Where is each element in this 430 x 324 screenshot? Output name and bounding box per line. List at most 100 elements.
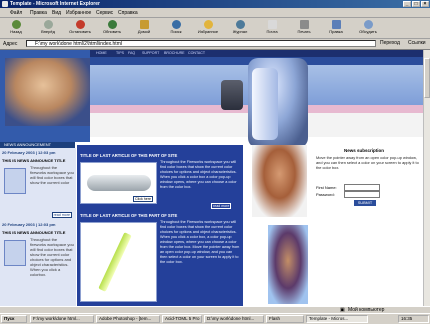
forward-label: Вперёд [41,29,55,34]
history-button[interactable]: Журнал [226,20,254,37]
window-titlebar[interactable]: Template - Microsoft Internet Explorer _… [0,0,430,8]
discuss-button[interactable]: Обсудить [354,20,382,37]
nav-brochure[interactable]: BROCHURE [164,50,185,57]
task-button[interactable]: Flash [266,315,304,323]
search-button[interactable]: Поиск [162,20,190,37]
tanning-bed-image [87,175,151,191]
mail-label: Почта [266,29,278,34]
article-title: TITLE OF LAST ARTICLE OF THIS PART OF SI… [80,153,178,158]
news-body: Throughout the fireworks workspace you w… [30,165,74,185]
back-button[interactable]: Назад [2,20,30,37]
model-photo [5,58,90,126]
favorites-label: Избранное [197,29,219,34]
favorites-icon [203,20,213,29]
task-button-active[interactable]: Template - Micros... [306,315,368,323]
nav-faq[interactable]: FAQ [128,50,135,57]
close-button[interactable]: × [421,1,429,7]
favorites-button[interactable]: Избранное [194,20,222,37]
news-title: THIS IS NEWS ANNOUNCE TITLE [2,230,66,235]
home-button[interactable]: Домой [130,20,158,37]
menu-view[interactable]: Вид [52,10,61,16]
links-button[interactable]: Ссылки [408,40,430,47]
back-icon [11,20,21,29]
task-button[interactable]: D:\my work\done html... [204,315,264,323]
menu-edit[interactable]: Правка [30,10,47,16]
model-photo [252,145,307,217]
read-more-link[interactable]: read more [51,212,72,218]
minimize-button[interactable]: _ [403,1,411,7]
refresh-button[interactable]: Обновить [98,20,126,37]
nav-contact[interactable]: CONTACT [188,50,205,57]
print-label: Печать [297,29,311,34]
toolbar: Назад Вперёд Остановить Обновить Домой П… [0,18,430,39]
home-icon [139,20,149,29]
taskbar: Пуск F:\my work\done html... Adobe Photo… [0,313,430,324]
booth-door-image [252,68,278,140]
edit-button[interactable]: Правка [322,20,350,37]
read-more-link[interactable]: read more [211,203,232,209]
ie-icon [2,1,8,7]
menu-tools[interactable]: Сервис [96,10,113,16]
remote-control-image [221,80,243,110]
product-link[interactable]: Click here [133,196,153,202]
mail-button[interactable]: Почта [258,20,286,37]
edit-label: Правка [329,29,343,34]
news-body: Throughout the fireworks workspace you w… [30,237,74,277]
nav-tips[interactable]: TIPS [116,50,124,57]
go-button[interactable]: Переход [380,40,406,47]
vertical-scrollbar[interactable] [423,50,430,306]
subscribe-title: News subscription [344,148,385,153]
task-button[interactable]: Adobe Photoshop - [tem... [96,315,160,323]
news-date: 20 February 2003 | 12:03 pm [2,150,56,155]
forward-button[interactable]: Вперёд [34,20,62,37]
menu-help[interactable]: Справка [118,10,138,16]
home-label: Домой [137,29,151,34]
nav-home[interactable]: HOME [96,50,107,57]
print-button[interactable]: Печать [290,20,318,37]
search-label: Поиск [170,29,182,34]
scrollbar-thumb[interactable] [424,58,430,98]
task-button[interactable]: F:\my work\done html... [30,315,94,323]
news-item: 20 February 2003 | 12:03 pm THIS IS NEWS… [2,222,74,277]
page-content: HOME TIPS FAQ SUPPORT BROCHURE CONTACT N… [0,50,423,306]
address-input[interactable]: F:\my work\done html\2\html\index.html [26,40,376,47]
first-name-input[interactable] [344,184,380,191]
window-title: Template - Microsoft Internet Explorer [10,1,100,7]
start-label: Пуск [4,316,15,321]
news-thumbnail [4,240,26,266]
back-label: Назад [10,29,22,34]
model-photo [268,225,308,304]
forward-icon [43,20,53,29]
history-icon [235,20,245,29]
task-button[interactable]: Acid-TOML 5 Pro [162,315,202,323]
article-body: Throughout the Fireworks workspace you w… [160,220,240,264]
menu-file[interactable]: Файл [10,10,22,16]
password-label: Password: [316,192,335,197]
news-item: 20 February 2003 | 12:03 pm THIS IS NEWS… [2,150,74,218]
stop-button[interactable]: Остановить [66,20,94,37]
top-nav: HOME TIPS FAQ SUPPORT BROCHURE CONTACT [90,50,423,57]
menu-favorites[interactable]: Избранное [66,10,91,16]
edit-icon [331,20,341,29]
right-column: News subscription Move the pointer away … [244,145,423,306]
submit-button[interactable]: SUBMIT FORM [354,200,376,211]
product-box [80,222,157,302]
nav-support[interactable]: SUPPORT [142,50,159,57]
product-box: Click here [80,162,157,204]
password-input[interactable] [344,191,380,198]
news-column: 20 February 2003 | 12:03 pm THIS IS NEWS… [0,148,76,306]
news-thumbnail [4,168,26,194]
news-title: THIS IS NEWS ANNOUNCE TITLE [2,158,66,163]
address-label: Адрес [3,41,18,47]
address-bar: Адрес F:\my work\done html\2\html\index.… [0,39,430,50]
maximize-button[interactable]: □ [412,1,420,7]
discuss-label: Обсудить [359,29,377,34]
subscribe-body: Move the pointer away from an open color… [316,155,419,170]
start-button[interactable]: Пуск [1,315,27,323]
mail-icon [267,20,277,29]
stop-label: Остановить [69,29,91,34]
news-date: 20 February 2003 | 12:03 pm [2,222,56,227]
article-title: TITLE OF LAST ARTICLE OF THIS PART OF SI… [80,213,178,218]
article-body: Throughout the Fireworks workspace you w… [160,160,237,189]
stop-icon [75,20,85,29]
